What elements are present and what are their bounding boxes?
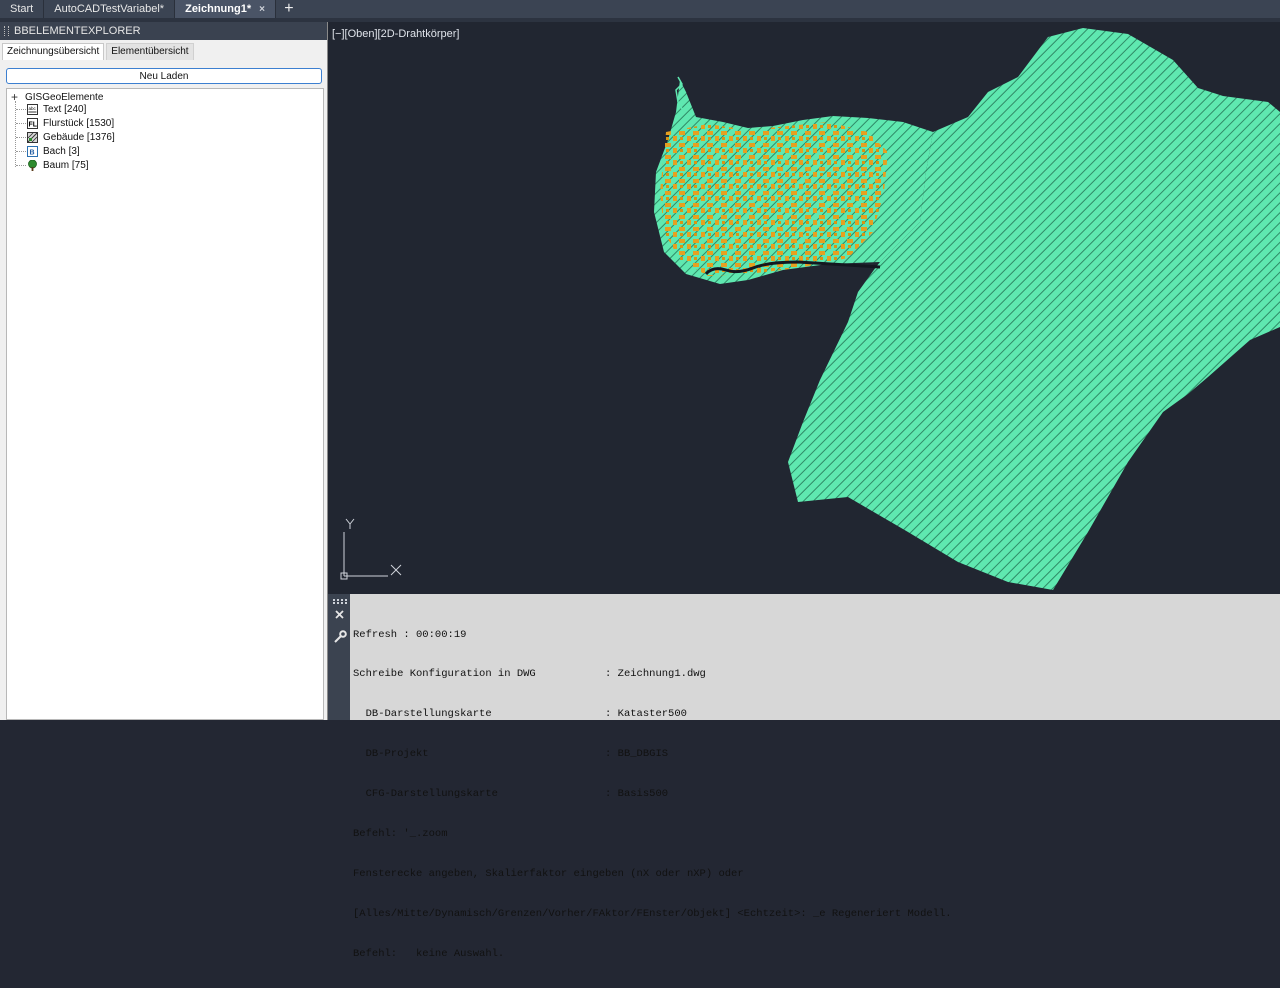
tab-autocadtestvariabel[interactable]: AutoCADTestVariabel* xyxy=(44,0,176,18)
parcel-layer-icon: FL xyxy=(27,118,38,129)
tab-start[interactable]: Start xyxy=(0,0,45,18)
tab-elementuebersicht[interactable]: Elementübersicht xyxy=(106,43,194,60)
tree-layer-icon xyxy=(27,160,38,171)
tree-connector xyxy=(16,109,26,110)
tree-item-label: Gebäude [1376] xyxy=(43,132,115,143)
svg-text:FL: FL xyxy=(29,122,38,129)
map-drawing xyxy=(340,28,1280,590)
close-icon xyxy=(335,610,344,619)
tree-connector xyxy=(16,137,26,138)
tree-root-node[interactable]: + GISGeoElemente xyxy=(11,90,103,104)
tab-zeichnung1[interactable]: Zeichnung1* × xyxy=(175,0,276,18)
tree-root-label: GISGeoElemente xyxy=(25,91,104,103)
stream-layer-icon: B xyxy=(27,146,38,157)
command-line: Refresh : 00:00:19 xyxy=(353,628,467,641)
element-tree: + GISGeoElemente abc Text [240] FL Flurs… xyxy=(6,88,324,720)
tab-label: AutoCADTestVariabel* xyxy=(54,3,165,15)
command-line-window: Refresh : 00:00:19 Schreibe Konfiguratio… xyxy=(328,594,1280,960)
panel-title: BBELEMENTEXPLORER xyxy=(14,25,141,37)
tree-item-label: Bach [3] xyxy=(43,146,80,157)
command-line: Befehl: keine Auswahl. xyxy=(353,947,505,960)
panel-tabs: Zeichnungsübersicht Elementübersicht xyxy=(0,40,327,60)
command-line: Schreibe Konfiguration in DWG : Zeichnun… xyxy=(353,668,706,681)
building-layer-icon xyxy=(27,132,38,143)
panel-title-bar[interactable]: BBELEMENTEXPLORER xyxy=(0,22,327,40)
svg-text:B: B xyxy=(30,150,35,157)
new-tab-button[interactable]: + xyxy=(276,0,302,18)
tab-label: Zeichnung1* xyxy=(185,3,252,15)
command-line: Fensterecke angeben, Skalierfaktor einge… xyxy=(353,867,744,880)
tree-connector xyxy=(16,151,26,152)
viewport-controls[interactable]: [−][Oben][2D-Drahtkörper] xyxy=(332,28,459,40)
svg-text:abc: abc xyxy=(29,106,37,111)
text-layer-icon: abc xyxy=(27,104,38,115)
command-line: CFG-Darstellungskarte : Basis500 xyxy=(353,788,669,801)
tree-item-flurstueck[interactable]: FL Flurstück [1530] xyxy=(16,118,114,129)
close-icon[interactable]: × xyxy=(259,4,265,15)
drag-grip-icon xyxy=(333,599,347,604)
drawing-viewport[interactable]: [−][Oben][2D-Drahtkörper] xyxy=(328,22,1280,594)
command-history: Refresh : 00:00:19 Schreibe Konfiguratio… xyxy=(353,602,952,988)
command-line: Befehl: '_.zoom xyxy=(353,828,448,841)
drag-grip-icon[interactable] xyxy=(4,26,9,36)
ucs-icon xyxy=(340,518,402,580)
command-line: DB-Projekt : BB_DBGIS xyxy=(353,748,669,761)
tree-item-bach[interactable]: B Bach [3] xyxy=(16,146,80,157)
tree-item-baum[interactable]: Baum [75] xyxy=(16,160,89,171)
parcel-area-east xyxy=(788,28,1280,590)
reload-button[interactable]: Neu Laden xyxy=(6,68,322,84)
tab-label: Start xyxy=(10,3,34,15)
command-line-sidebar xyxy=(328,594,350,720)
element-explorer-panel: BBELEMENTEXPLORER Zeichnungsübersicht El… xyxy=(0,22,328,720)
tree-item-label: Flurstück [1530] xyxy=(43,118,115,129)
tree-item-text[interactable]: abc Text [240] xyxy=(16,104,86,115)
tab-zeichnungsuebersicht[interactable]: Zeichnungsübersicht xyxy=(2,43,105,60)
command-line: [Alles/Mitte/Dynamisch/Grenzen/Vorher/FA… xyxy=(353,907,952,920)
tree-item-label: Baum [75] xyxy=(43,160,89,171)
tree-connector xyxy=(16,165,26,166)
wrench-icon xyxy=(334,630,347,643)
tree-item-label: Text [240] xyxy=(43,104,87,115)
tree-connector xyxy=(16,123,26,124)
document-tab-bar: Start AutoCADTestVariabel* Zeichnung1* ×… xyxy=(0,0,1280,18)
tree-item-gebaeude[interactable]: Gebäude [1376] xyxy=(16,132,115,143)
